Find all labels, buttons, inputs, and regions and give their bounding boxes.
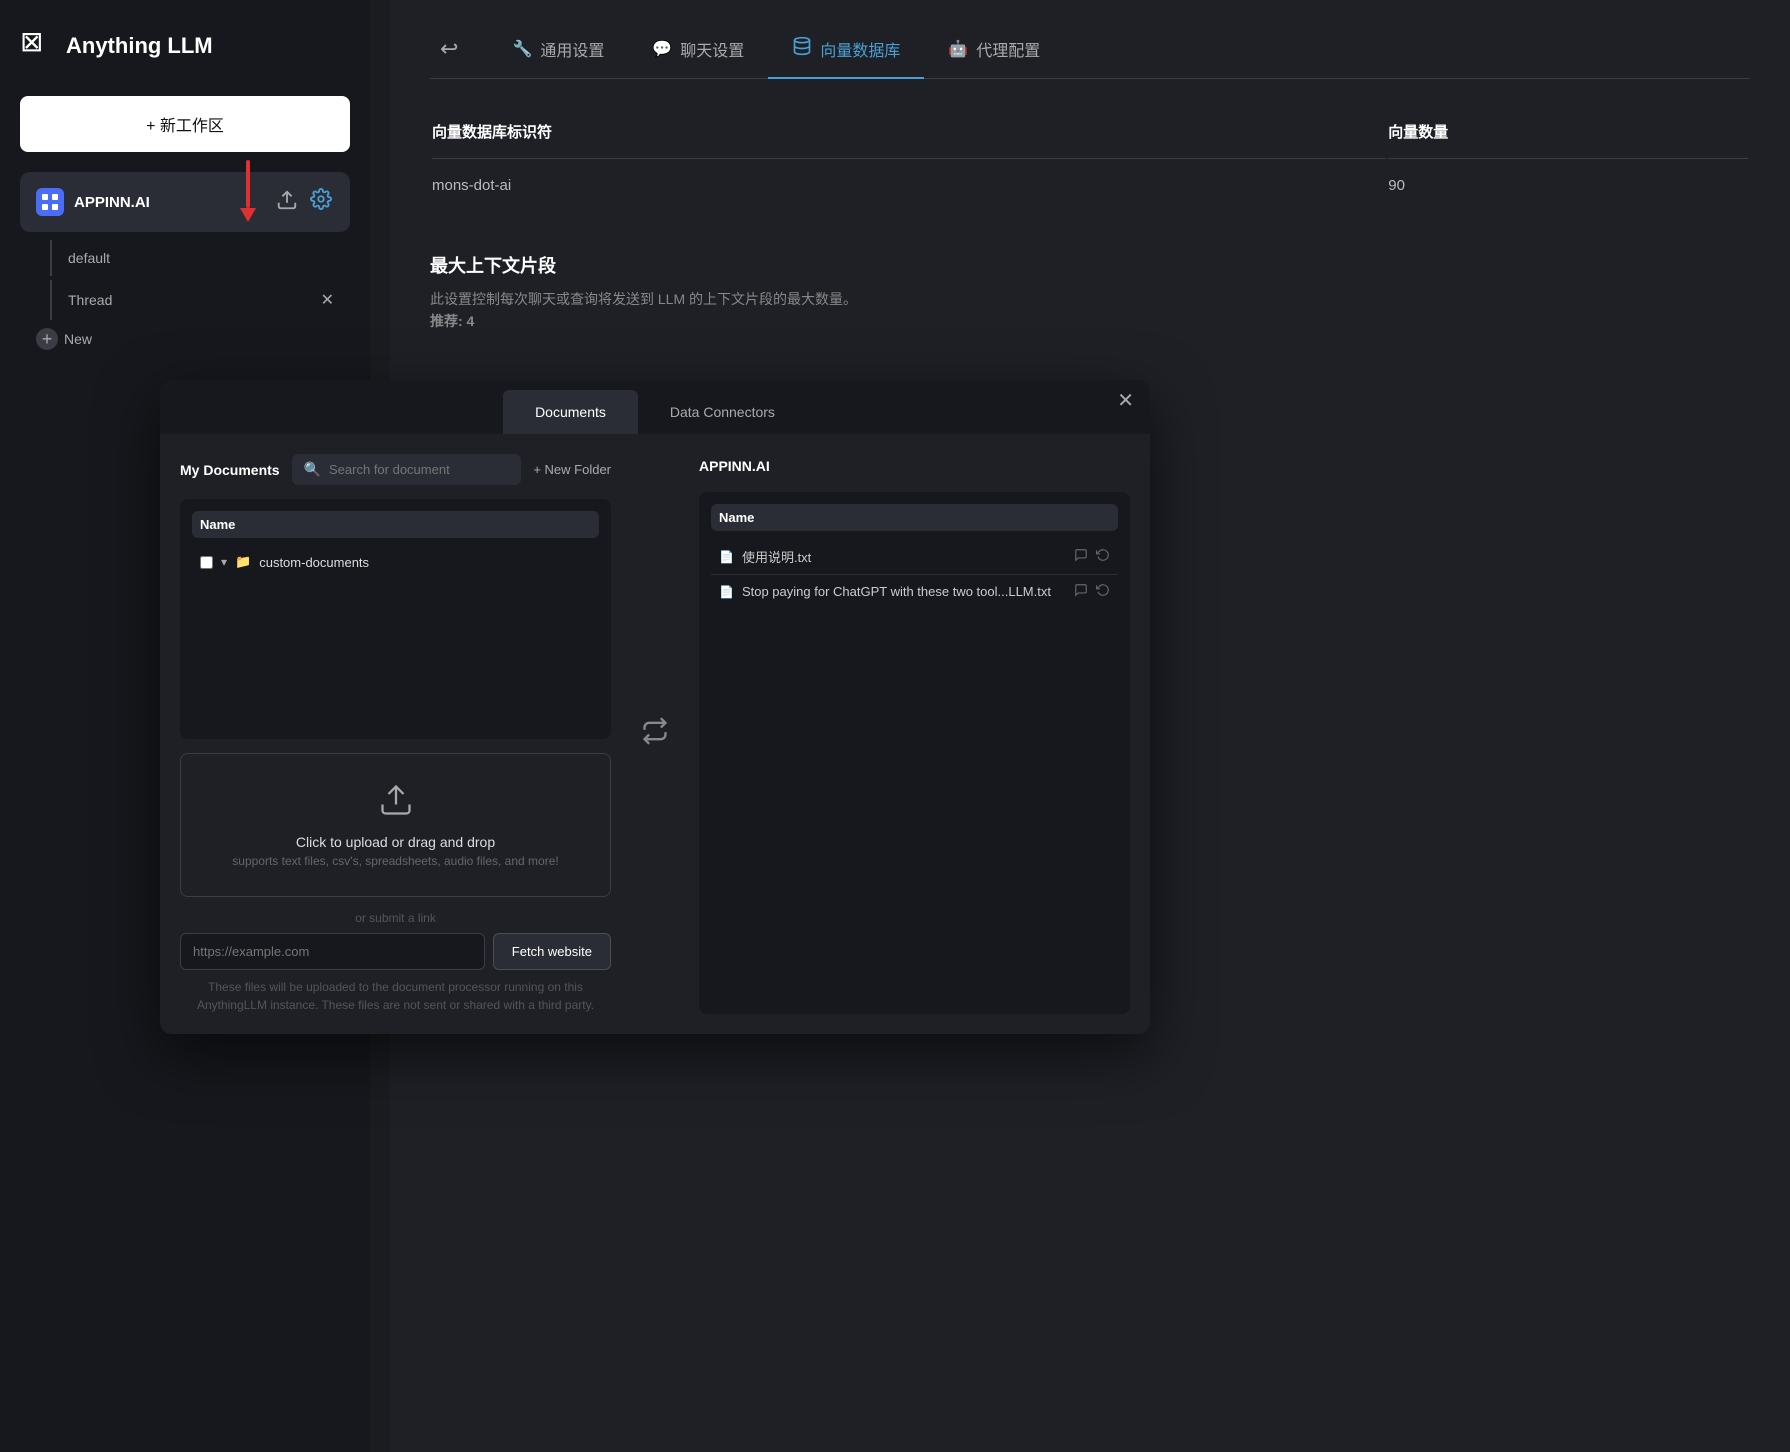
folder-row[interactable]: ▾ 📁 custom-documents xyxy=(192,546,599,578)
tab-vector-label: 向量数据库 xyxy=(820,37,900,61)
thread-item[interactable]: Thread ✕ xyxy=(50,280,350,320)
pin-button-1[interactable] xyxy=(1074,548,1088,565)
file-icon-1: 📄 xyxy=(719,550,734,564)
modal-tab-documents[interactable]: Documents xyxy=(503,390,638,434)
my-docs-label: My Documents xyxy=(180,462,280,478)
docs-toolbar: My Documents 🔍 + New Folder xyxy=(180,454,611,485)
default-thread: default xyxy=(50,240,350,276)
remove-button-2[interactable] xyxy=(1096,583,1110,600)
tab-chat-label: 聊天设置 xyxy=(680,37,744,61)
vector-table: 向量数据库标识符 向量数量 mons-dot-ai 90 xyxy=(430,119,1750,212)
identifier-value: mons-dot-ai xyxy=(432,161,1386,210)
pin-button-2[interactable] xyxy=(1074,583,1088,600)
url-input[interactable] xyxy=(180,933,485,970)
settings-tabs: ↩ 🔧 通用设置 💬 聊天设置 向量数据库 🤖 代理配置 xyxy=(430,20,1750,79)
thread-label: Thread xyxy=(68,292,112,308)
context-desc: 此设置控制每次聊天或查询将发送到 LLM 的上下文片段的最大数量。 推荐: 4 xyxy=(430,288,1750,333)
general-icon: 🔧 xyxy=(512,39,532,59)
settings-button[interactable] xyxy=(308,186,334,218)
new-thread-label: New xyxy=(64,331,92,347)
url-divider: or submit a link xyxy=(180,911,611,925)
tab-chat[interactable]: 💬 聊天设置 xyxy=(628,21,768,79)
tab-agent-label: 代理配置 xyxy=(976,37,1040,61)
workspace-icon xyxy=(36,188,64,216)
workspace-item[interactable]: APPINN.AI xyxy=(20,172,350,232)
back-button[interactable]: ↩ xyxy=(430,26,468,72)
docs-right-area: Name 📄 使用说明.txt xyxy=(699,492,1130,1014)
file-actions-1 xyxy=(1074,548,1110,565)
new-workspace-button[interactable]: + 新工作区 xyxy=(20,96,350,152)
file-header-name: Name xyxy=(200,517,235,532)
docs-file-area: Name ▾ 📁 custom-documents xyxy=(180,499,611,739)
logo: ⊠ Anything LLM xyxy=(20,28,350,64)
chat-icon: 💬 xyxy=(652,39,672,59)
col-count: 向量数量 xyxy=(1388,121,1748,159)
file-actions-2 xyxy=(1074,583,1110,600)
col-identifier: 向量数据库标识符 xyxy=(432,121,1386,159)
folder-checkbox[interactable] xyxy=(200,556,213,569)
docs-left-panel: My Documents 🔍 + New Folder Name ▾ 📁 cus… xyxy=(180,454,611,1014)
file-row-2[interactable]: 📄 Stop paying for ChatGPT with these two… xyxy=(711,575,1118,608)
tab-agent[interactable]: 🤖 代理配置 xyxy=(924,21,1064,79)
app-title: Anything LLM xyxy=(66,33,213,59)
tab-vector[interactable]: 向量数据库 xyxy=(768,20,924,79)
docs-right-panel: APPINN.AI Name 📄 使用说明.txt xyxy=(699,454,1130,1014)
file-name-1: 使用说明.txt xyxy=(742,547,1074,566)
tab-general-label: 通用设置 xyxy=(540,37,604,61)
default-thread-label: default xyxy=(68,250,110,266)
disclaimer-text: These files will be uploaded to the docu… xyxy=(180,978,611,1014)
workspace-actions xyxy=(274,186,334,218)
search-icon: 🔍 xyxy=(304,461,321,478)
workspace-name: APPINN.AI xyxy=(74,194,264,211)
url-section: or submit a link Fetch website These fil… xyxy=(180,911,611,1014)
file-name-2: Stop paying for ChatGPT with these two t… xyxy=(742,584,1074,599)
new-thread-button[interactable]: + New xyxy=(36,328,350,350)
folder-icon: 📁 xyxy=(235,554,251,570)
upload-area[interactable]: Click to upload or drag and drop support… xyxy=(180,753,611,897)
logo-icon: ⊠ xyxy=(20,28,56,64)
folder-name: custom-documents xyxy=(259,555,369,570)
docs-search[interactable]: 🔍 xyxy=(292,454,522,485)
transfer-button[interactable] xyxy=(641,717,669,752)
upload-button[interactable] xyxy=(274,186,300,218)
fetch-website-button[interactable]: Fetch website xyxy=(493,933,611,970)
workspace-files-header: APPINN.AI xyxy=(699,454,1130,478)
modal-tab-connectors[interactable]: Data Connectors xyxy=(638,390,807,434)
context-recommendation: 推荐: 4 xyxy=(430,313,474,329)
docs-right-file-header: Name xyxy=(711,504,1118,531)
context-section: 最大上下文片段 此设置控制每次聊天或查询将发送到 LLM 的上下文片段的最大数量… xyxy=(430,252,1750,333)
vector-icon xyxy=(792,36,812,61)
upload-icon xyxy=(197,782,594,826)
document-modal: Documents Data Connectors ✕ My Documents… xyxy=(160,380,1150,1034)
file-row-1[interactable]: 📄 使用说明.txt xyxy=(711,539,1118,575)
upload-title: Click to upload or drag and drop xyxy=(197,834,594,850)
settings-content: 向量数据库标识符 向量数量 mons-dot-ai 90 最大上下文片段 此设置… xyxy=(430,119,1750,333)
modal-tabs: Documents Data Connectors ✕ xyxy=(160,380,1150,434)
modal-body: My Documents 🔍 + New Folder Name ▾ 📁 cus… xyxy=(160,434,1150,1034)
tab-general[interactable]: 🔧 通用设置 xyxy=(488,21,628,79)
chevron-down-icon[interactable]: ▾ xyxy=(221,555,227,569)
context-title: 最大上下文片段 xyxy=(430,252,1750,278)
table-row: mons-dot-ai 90 xyxy=(432,161,1748,210)
upload-subtitle: supports text files, csv's, spreadsheets… xyxy=(197,854,594,868)
agent-icon: 🤖 xyxy=(948,39,968,59)
file-icon-2: 📄 xyxy=(719,585,734,599)
transfer-button-wrap xyxy=(631,454,679,1014)
remove-button-1[interactable] xyxy=(1096,548,1110,565)
plus-icon: + xyxy=(36,328,58,350)
right-file-header-name: Name xyxy=(719,510,754,525)
modal-close-button[interactable]: ✕ xyxy=(1117,388,1134,413)
url-row: Fetch website xyxy=(180,933,611,970)
docs-file-header: Name xyxy=(192,511,599,538)
search-input[interactable] xyxy=(329,462,509,477)
thread-close-button[interactable]: ✕ xyxy=(321,290,334,310)
new-folder-button[interactable]: + New Folder xyxy=(533,462,611,477)
count-value: 90 xyxy=(1388,161,1748,210)
